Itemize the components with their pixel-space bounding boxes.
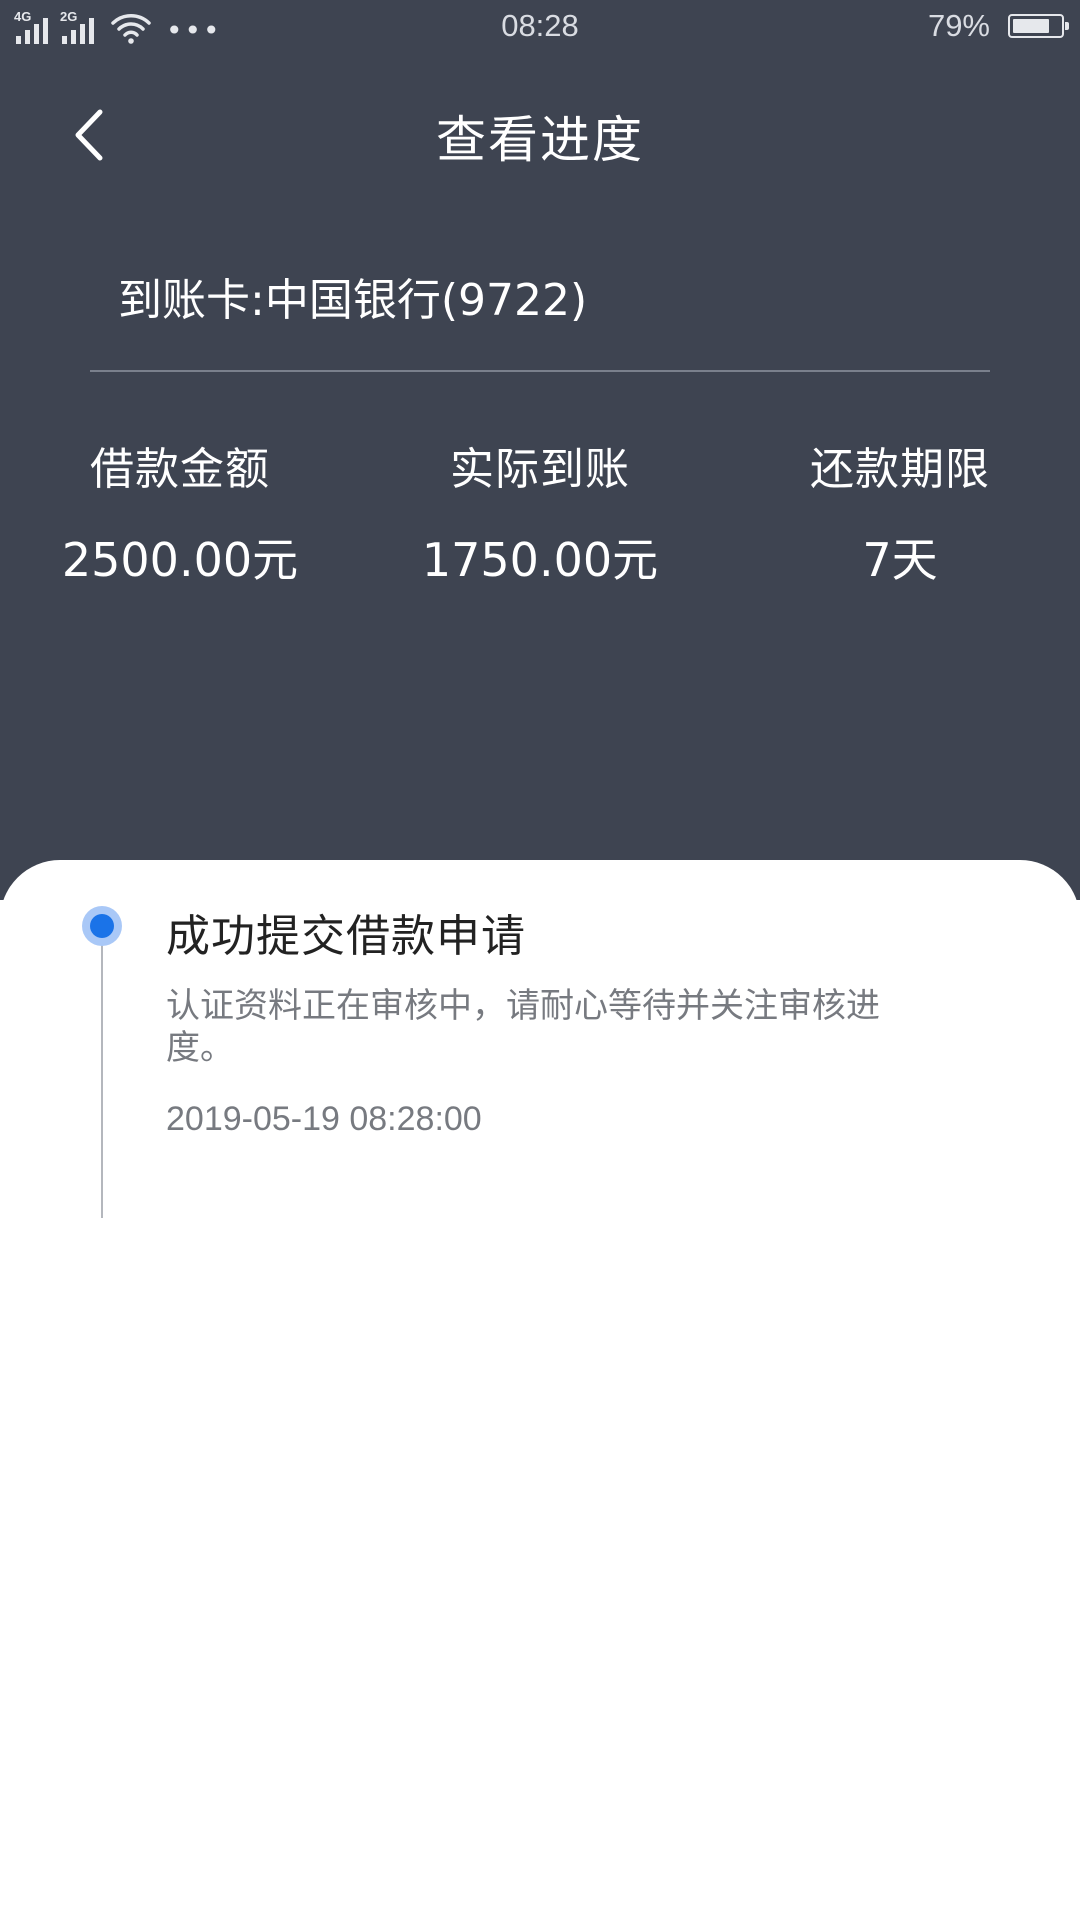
battery-fill [1013,19,1049,33]
stat-label: 实际到账 [450,444,630,495]
status-time: 08:28 [501,8,579,43]
timeline-step-description: 认证资料正在审核中，请耐心等待并关注审核进度。 [166,986,880,1068]
receiving-card-label: 到账卡:中国银行(9722) [118,275,588,326]
status-right: 79% [927,8,1069,44]
timeline-line [101,926,103,1218]
page-title: 查看进度 [436,111,644,169]
stat-label: 还款期限 [810,444,990,495]
battery-percent: 79% [927,8,990,43]
timeline-dot-icon [82,906,122,946]
timeline-step-time: 2019-05-19 08:28:00 [166,1100,482,1138]
status-bar: 4G 2G ••• 08:28 79% [0,0,1080,56]
divider [90,370,990,372]
loan-stats: 借款金额 2500.00元 实际到账 1750.00元 还款期限 7天 [0,440,1080,600]
stat-repayment-term: 还款期限 7天 [750,440,1050,590]
stat-actual-received: 实际到账 1750.00元 [390,440,690,590]
stat-value: 1750.00元 [421,533,659,587]
stat-label: 借款金额 [90,444,270,495]
stat-value: 7天 [862,533,938,587]
stat-value: 2500.00元 [61,533,299,587]
battery-icon [1008,14,1069,38]
timeline-step-title: 成功提交借款申请 [166,911,526,962]
stat-loan-amount: 借款金额 2500.00元 [30,440,330,590]
